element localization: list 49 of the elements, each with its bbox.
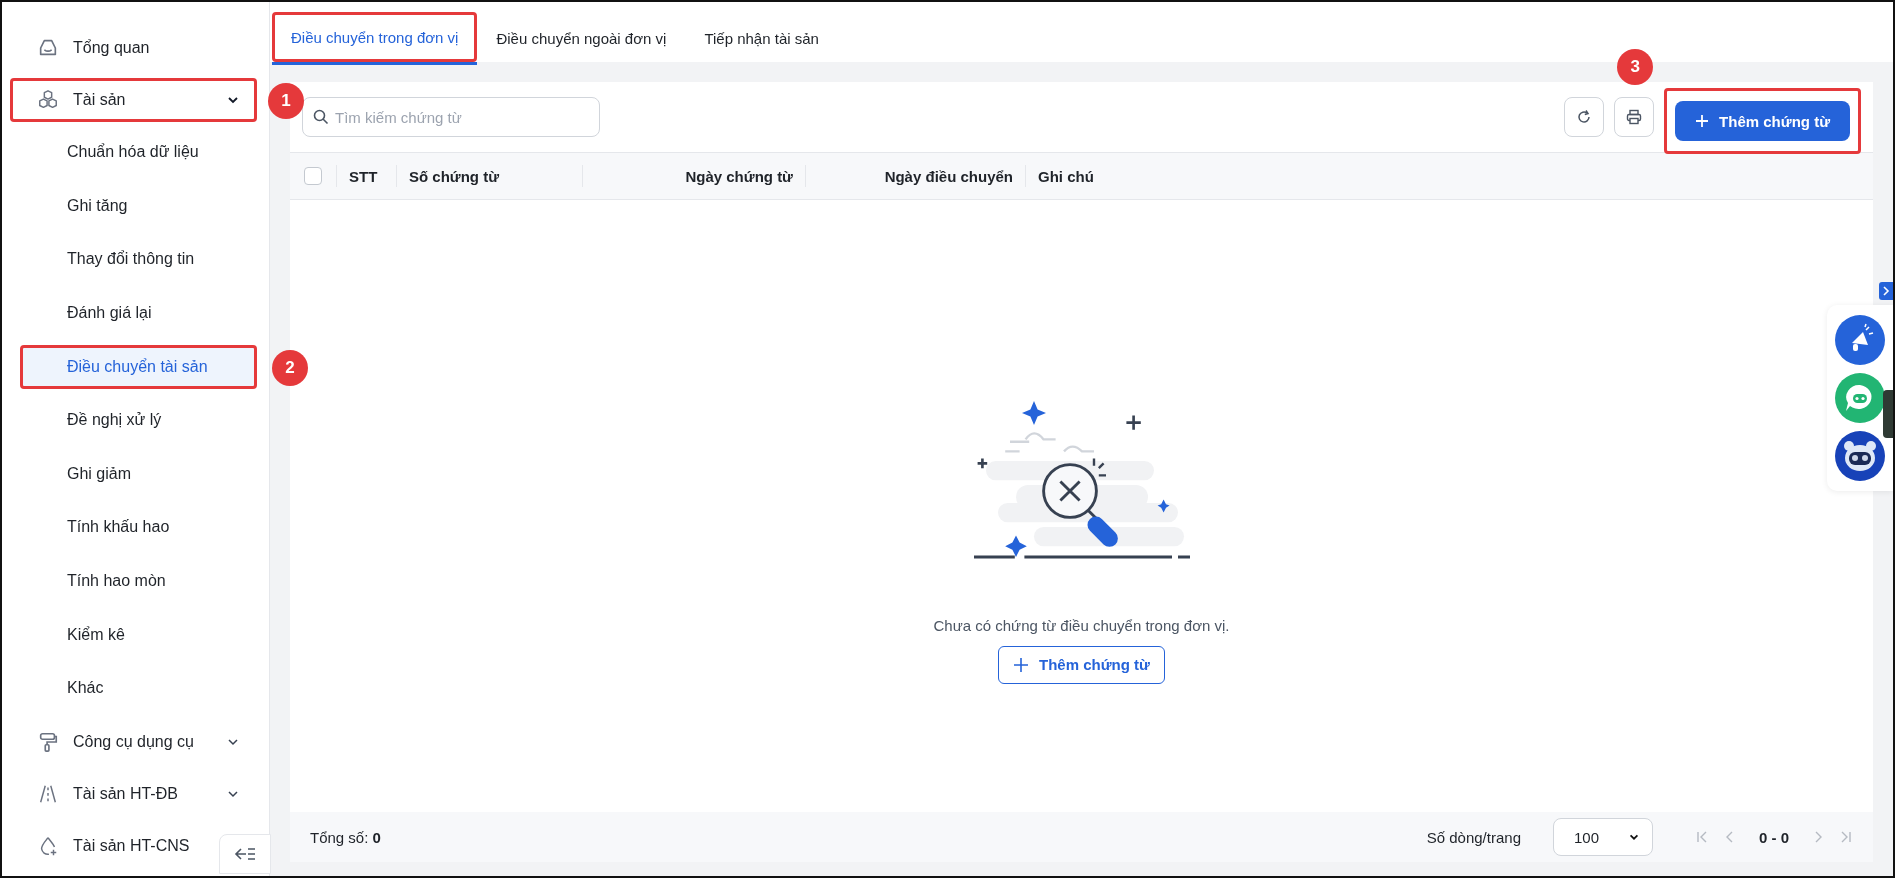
- tab[interactable]: Điều chuyển trong đơn vị: [272, 12, 478, 62]
- sidebar-item[interactable]: Tài sản HT-CNS: [10, 824, 203, 869]
- sidebar-subitem[interactable]: Chuẩn hóa dữ liệu: [20, 130, 257, 175]
- collapse-icon: [234, 846, 256, 862]
- total-label: Tổng số: 0: [310, 828, 381, 846]
- refresh-icon: [1576, 109, 1593, 125]
- sidebar-subitem[interactable]: Ghi giảm: [20, 451, 257, 496]
- sidebar-item[interactable]: Tổng quan: [10, 26, 203, 71]
- sidebar-subitem[interactable]: Đánh giá lại: [20, 290, 257, 335]
- sidebar-subitem[interactable]: Thay đổi thông tin: [20, 237, 257, 282]
- tab[interactable]: Điều chuyển ngoài đơn vị: [477, 12, 686, 62]
- column-header: Ngày điều chuyển: [884, 167, 1013, 185]
- chat-icon[interactable]: [1835, 373, 1885, 423]
- road-icon: [37, 783, 59, 805]
- page-range: 0 - 0: [1759, 828, 1789, 846]
- sidebar-item[interactable]: Công cụ dụng cụ: [10, 719, 257, 764]
- column-header: Ngày chứng từ: [685, 167, 793, 185]
- page-size-select[interactable]: 100: [1553, 818, 1653, 856]
- chevron-icon: [1882, 286, 1890, 296]
- collapse-sidebar-button[interactable]: [219, 834, 271, 874]
- expand-tab[interactable]: [1879, 282, 1893, 300]
- search-field[interactable]: Tìm kiếm chứng từ: [302, 97, 600, 137]
- sidebar-subitem[interactable]: Đề nghị xử lý: [20, 398, 257, 443]
- plus-icon: [1695, 114, 1710, 128]
- print-button[interactable]: [1614, 97, 1655, 137]
- robot-icon[interactable]: [1835, 431, 1885, 481]
- sidebar-subitem[interactable]: Kiểm kê: [20, 612, 257, 657]
- tab[interactable]: Tiếp nhận tài sản: [685, 12, 838, 62]
- column-header: STT: [349, 167, 378, 185]
- page-size-label: Số dòng/trang: [1426, 828, 1521, 846]
- sidebar-item[interactable]: Tài sản HT-ĐB: [10, 771, 257, 816]
- add-document-button[interactable]: Thêm chứng từ: [998, 645, 1165, 684]
- add-document-button[interactable]: Thêm chứng từ: [1675, 101, 1850, 141]
- column-header: Số chứng từ: [409, 167, 500, 185]
- callout-badge: 3: [1617, 49, 1654, 85]
- sidebar-subitem[interactable]: Ghi tăng: [20, 183, 257, 228]
- megaphone-icon[interactable]: [1835, 315, 1885, 365]
- refresh-button[interactable]: [1564, 97, 1605, 137]
- sidebar-subitem[interactable]: Tính hao mòn: [20, 559, 257, 604]
- print-icon: [1626, 109, 1643, 125]
- sidebar-subitem[interactable]: Khác: [20, 666, 257, 711]
- search-icon: [313, 109, 329, 125]
- empty-message: Chưa có chứng từ điều chuyển trong đơn vị.: [933, 616, 1230, 634]
- paint-roller-icon: [37, 730, 59, 753]
- column-header: Ghi chú: [1038, 167, 1094, 185]
- drawer-handle[interactable]: [1883, 390, 1893, 438]
- plus-icon: [1013, 656, 1030, 673]
- sidebar-subitem[interactable]: Tính khấu hao: [20, 505, 257, 550]
- select-all-checkbox[interactable]: [304, 167, 322, 185]
